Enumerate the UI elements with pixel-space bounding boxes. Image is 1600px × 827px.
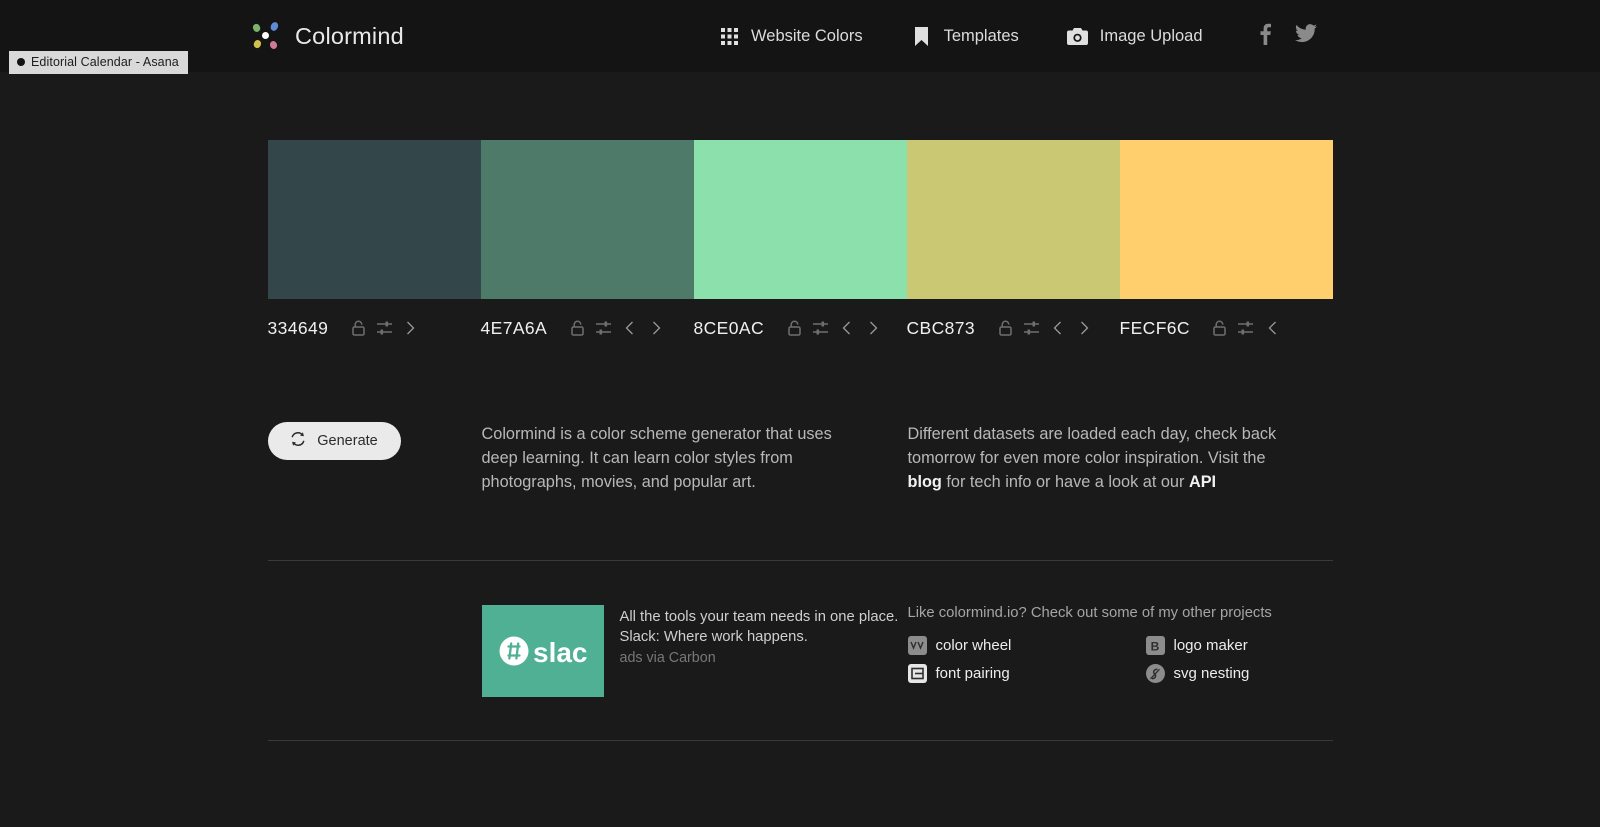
chevron-left-icon[interactable]: [1044, 316, 1071, 340]
chevron-right-icon[interactable]: [397, 316, 424, 340]
generate-button-label: Generate: [317, 433, 378, 449]
color-wheel-favicon-icon: [907, 636, 927, 655]
ad-image[interactable]: slack: [481, 605, 604, 697]
chevron-left-icon[interactable]: [1259, 316, 1286, 340]
site-header: Colormind Website Colors Templates Image…: [0, 0, 1600, 72]
refresh-icon: [290, 431, 306, 451]
sliders-icon[interactable]: [590, 316, 616, 340]
tab-favicon: [17, 58, 25, 66]
generate-button[interactable]: Generate: [267, 422, 401, 460]
camera-icon: [1067, 25, 1089, 47]
nav-item-templates[interactable]: Templates: [911, 25, 1019, 47]
bookmark-icon: [911, 25, 933, 47]
facebook-icon[interactable]: [1260, 23, 1271, 50]
sliders-icon[interactable]: [371, 316, 397, 340]
blog-link[interactable]: blog: [908, 473, 942, 491]
nav-item-website-colors[interactable]: Website Colors: [718, 25, 863, 47]
page-body: 334649 4E7A6A 8CE0AC CBC873 FECF6C Gener…: [0, 140, 1600, 827]
nav-item-image-upload[interactable]: Image Upload: [1067, 25, 1203, 47]
chevron-right-icon[interactable]: [860, 316, 887, 340]
swatch-controls-1: 334649: [268, 316, 481, 340]
lock-open-icon[interactable]: [781, 316, 807, 340]
lock-open-icon[interactable]: [345, 316, 371, 340]
ad-row-spacer: [268, 605, 482, 697]
datasets-text-part1: Different datasets are loaded each day, …: [907, 425, 1277, 467]
colormind-dots-logo-icon: [251, 20, 281, 51]
datasets-text-part2: for tech info or have a look at our: [941, 473, 1189, 491]
ad-via-carbon[interactable]: ads via Carbon: [620, 650, 899, 666]
section-divider-top: [267, 560, 1333, 561]
lock-open-icon[interactable]: [992, 316, 1018, 340]
chevron-left-icon[interactable]: [616, 316, 643, 340]
social-links: [1260, 23, 1317, 50]
hex-label-4: CBC873: [906, 317, 976, 338]
nav-label-website-colors: Website Colors: [751, 26, 863, 45]
chevron-left-icon[interactable]: [833, 316, 860, 340]
swatch-controls-5: FECF6C: [1120, 316, 1333, 340]
other-projects: Like colormind.io? Check out some of my …: [907, 605, 1333, 697]
sliders-icon[interactable]: [807, 316, 833, 340]
datasets-paragraph: Different datasets are loaded each day, …: [908, 422, 1288, 494]
logo-maker-favicon-icon: B: [1145, 636, 1165, 655]
swatch-1[interactable]: [267, 140, 481, 299]
lock-open-icon[interactable]: [564, 316, 590, 340]
swatch-2[interactable]: [480, 140, 694, 299]
font-pairing-favicon-icon: [907, 664, 927, 683]
swatch-controls-2: 4E7A6A: [481, 316, 694, 340]
swatch-5[interactable]: [1119, 140, 1333, 299]
project-label-svg-nesting: svg nesting: [1173, 665, 1250, 682]
svg-text:slack: slack: [533, 637, 589, 668]
generate-column: Generate: [267, 422, 482, 460]
hex-label-1: 334649: [267, 317, 329, 338]
project-link-color-wheel[interactable]: color wheel: [907, 636, 1146, 655]
nav-label-image-upload: Image Upload: [1099, 26, 1203, 45]
project-label-color-wheel: color wheel: [935, 637, 1012, 654]
svg-text:B: B: [1151, 639, 1160, 653]
brand-logo[interactable]: Colormind: [251, 20, 404, 51]
nav-label-templates: Templates: [943, 26, 1019, 45]
svg-nesting-favicon-icon: [1145, 664, 1165, 683]
hex-label-3: 8CE0AC: [693, 317, 764, 338]
project-link-font-pairing[interactable]: font pairing: [907, 664, 1146, 683]
section-divider-bottom: [267, 740, 1333, 741]
brand-name: Colormind: [295, 22, 404, 49]
about-text-column: Colormind is a color scheme generator th…: [482, 422, 908, 494]
datasets-text-column: Different datasets are loaded each day, …: [908, 422, 1333, 494]
projects-heading: Like colormind.io? Check out some of my …: [907, 605, 1272, 621]
hex-label-5: FECF6C: [1119, 317, 1190, 338]
info-row: Generate Colormind is a color scheme gen…: [267, 422, 1333, 494]
main-nav: Website Colors Templates Image Upload: [718, 25, 1203, 47]
about-paragraph: Colormind is a color scheme generator th…: [481, 425, 832, 491]
sliders-icon[interactable]: [1018, 316, 1044, 340]
ad-line-1[interactable]: All the tools your team needs in one pla…: [620, 607, 899, 627]
projects-grid: color wheel B logo maker font pairing sv…: [907, 636, 1333, 683]
twitter-icon[interactable]: [1295, 24, 1317, 48]
project-link-svg-nesting[interactable]: svg nesting: [1145, 664, 1333, 683]
swatch-3[interactable]: [693, 140, 907, 299]
project-label-logo-maker: logo maker: [1173, 637, 1248, 654]
swatch-4[interactable]: [906, 140, 1120, 299]
lock-open-icon[interactable]: [1207, 316, 1233, 340]
chevron-right-icon[interactable]: [643, 316, 670, 340]
grid-icon: [718, 25, 740, 47]
carbon-ad: slack All the tools your team needs in o…: [481, 605, 908, 697]
ad-line-2[interactable]: Slack: Where work happens.: [620, 627, 899, 647]
hex-label-2: 4E7A6A: [480, 317, 548, 338]
ad-and-projects-row: slack All the tools your team needs in o…: [268, 605, 1333, 697]
project-label-font-pairing: font pairing: [935, 665, 1010, 682]
project-link-logo-maker[interactable]: B logo maker: [1145, 636, 1333, 655]
api-link[interactable]: API: [1189, 473, 1216, 491]
sliders-icon[interactable]: [1233, 316, 1259, 340]
chevron-right-icon[interactable]: [1071, 316, 1098, 340]
browser-tab-tooltip[interactable]: Editorial Calendar - Asana: [9, 51, 188, 74]
palette-controls: 334649 4E7A6A 8CE0AC CBC873 FECF6C: [268, 316, 1333, 340]
ad-copy: All the tools your team needs in one pla…: [620, 605, 899, 697]
palette-swatches: [267, 140, 1333, 299]
swatch-controls-3: 8CE0AC: [694, 316, 907, 340]
swatch-controls-4: CBC873: [907, 316, 1120, 340]
tab-tooltip-label: Editorial Calendar - Asana: [31, 55, 179, 69]
